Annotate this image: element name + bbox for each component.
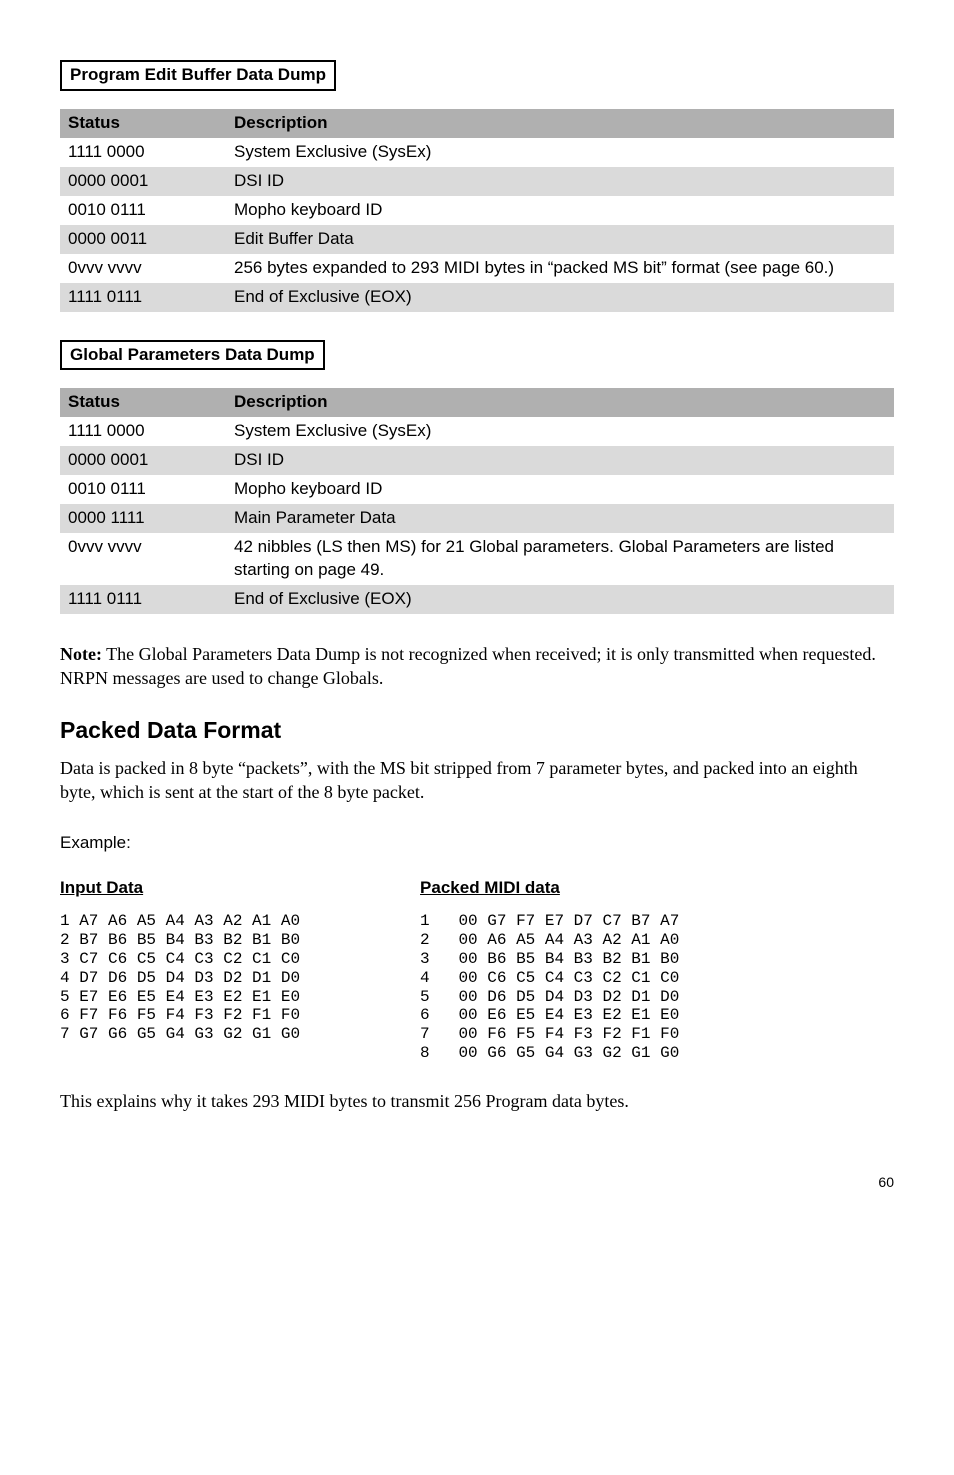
cell-status: 0010 0111 — [60, 475, 226, 504]
section2-label: Global Parameters Data Dump — [60, 340, 325, 371]
cell-desc: DSI ID — [226, 446, 894, 475]
cell-desc: Main Parameter Data — [226, 504, 894, 533]
packed-data-block: 1 00 G7 F7 E7 D7 C7 B7 A7 2 00 A6 A5 A4 … — [420, 912, 679, 1063]
example-label: Example: — [60, 832, 894, 855]
cell-status: 0000 0011 — [60, 225, 226, 254]
input-data-title: Input Data — [60, 877, 300, 900]
table-row: 0000 0011Edit Buffer Data — [60, 225, 894, 254]
cell-status: 0010 0111 — [60, 196, 226, 225]
table-header-row: Status Description — [60, 109, 894, 138]
cell-desc: Edit Buffer Data — [226, 225, 894, 254]
packed-data-title: Packed MIDI data — [420, 877, 679, 900]
table-row: 1111 0000System Exclusive (SysEx) — [60, 138, 894, 167]
data-columns: Input Data 1 A7 A6 A5 A4 A3 A2 A1 A0 2 B… — [60, 877, 894, 1063]
cell-desc: System Exclusive (SysEx) — [226, 138, 894, 167]
header-status: Status — [60, 388, 226, 417]
cell-desc: End of Exclusive (EOX) — [226, 283, 894, 312]
table-row: 0vvv vvvv42 nibbles (LS then MS) for 21 … — [60, 533, 894, 585]
table-row: 0000 1111Main Parameter Data — [60, 504, 894, 533]
table-header-row: Status Description — [60, 388, 894, 417]
note-text: The Global Parameters Data Dump is not r… — [60, 644, 876, 688]
header-description: Description — [226, 388, 894, 417]
cell-status: 0vvv vvvv — [60, 533, 226, 585]
note-paragraph: Note: The Global Parameters Data Dump is… — [60, 642, 894, 691]
table-row: 1111 0000System Exclusive (SysEx) — [60, 417, 894, 446]
table-row: 0vvv vvvv256 bytes expanded to 293 MIDI … — [60, 254, 894, 283]
section1-table: Status Description 1111 0000System Exclu… — [60, 109, 894, 312]
section1-label: Program Edit Buffer Data Dump — [60, 60, 336, 91]
cell-status: 0000 0001 — [60, 446, 226, 475]
cell-desc: DSI ID — [226, 167, 894, 196]
cell-desc: System Exclusive (SysEx) — [226, 417, 894, 446]
cell-status: 0vvv vvvv — [60, 254, 226, 283]
table-row: 0010 0111Mopho keyboard ID — [60, 196, 894, 225]
header-status: Status — [60, 109, 226, 138]
cell-status: 1111 0111 — [60, 283, 226, 312]
cell-status: 1111 0000 — [60, 417, 226, 446]
packed-heading: Packed Data Format — [60, 715, 894, 746]
cell-status: 1111 0000 — [60, 138, 226, 167]
page-number: 60 — [60, 1173, 894, 1192]
input-data-column: Input Data 1 A7 A6 A5 A4 A3 A2 A1 A0 2 B… — [60, 877, 300, 1063]
table-row: 0000 0001DSI ID — [60, 446, 894, 475]
cell-desc: End of Exclusive (EOX) — [226, 585, 894, 614]
cell-status: 0000 0001 — [60, 167, 226, 196]
table-row: 0010 0111Mopho keyboard ID — [60, 475, 894, 504]
cell-desc: Mopho keyboard ID — [226, 475, 894, 504]
table-row: 0000 0001DSI ID — [60, 167, 894, 196]
header-description: Description — [226, 109, 894, 138]
cell-desc: Mopho keyboard ID — [226, 196, 894, 225]
note-label: Note: — [60, 644, 102, 664]
cell-desc: 42 nibbles (LS then MS) for 21 Global pa… — [226, 533, 894, 585]
input-data-block: 1 A7 A6 A5 A4 A3 A2 A1 A0 2 B7 B6 B5 B4 … — [60, 912, 300, 1044]
table-row: 1111 0111End of Exclusive (EOX) — [60, 283, 894, 312]
packed-data-column: Packed MIDI data 1 00 G7 F7 E7 D7 C7 B7 … — [420, 877, 679, 1063]
cell-desc: 256 bytes expanded to 293 MIDI bytes in … — [226, 254, 894, 283]
cell-status: 1111 0111 — [60, 585, 226, 614]
table-row: 1111 0111End of Exclusive (EOX) — [60, 585, 894, 614]
footer-paragraph: This explains why it takes 293 MIDI byte… — [60, 1089, 894, 1113]
packed-body: Data is packed in 8 byte “packets”, with… — [60, 756, 894, 805]
section2-table: Status Description 1111 0000System Exclu… — [60, 388, 894, 614]
cell-status: 0000 1111 — [60, 504, 226, 533]
